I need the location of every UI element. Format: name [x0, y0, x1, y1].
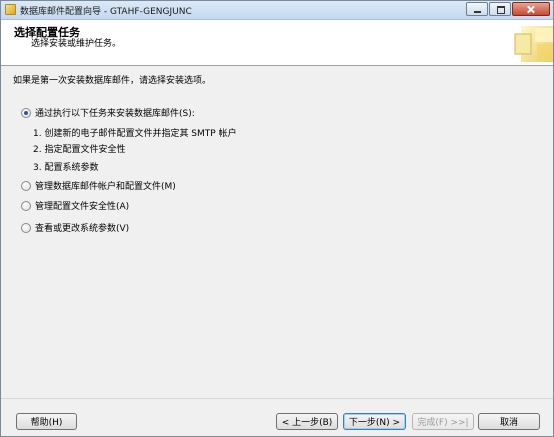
radio-profile-security[interactable]: [21, 200, 31, 211]
wizard-content: 如果是第一次安装数据库邮件，请选择安装选项。 通过执行以下任务来安装数据库邮件(…: [1, 66, 553, 394]
step-3: 3. 配置系统参数: [33, 163, 99, 173]
window-title: 数据库邮件配置向导 - GTAHF-GENGJUNC: [20, 7, 192, 17]
radio-system-parameters[interactable]: [21, 222, 31, 233]
radio-manage-accounts[interactable]: [21, 180, 31, 191]
option-manage-accounts-label: 管理数据库邮件帐户和配置文件(M): [35, 182, 176, 192]
maximize-button[interactable]: [489, 2, 511, 16]
minimize-button[interactable]: [466, 2, 488, 16]
radio-install[interactable]: [21, 107, 31, 118]
option-manage-accounts[interactable]: 管理数据库邮件帐户和配置文件(M): [21, 179, 176, 192]
option-profile-security[interactable]: 管理配置文件安全性(A): [21, 199, 129, 212]
option-system-parameters-label: 查看或更改系统参数(V): [35, 224, 130, 234]
caption-buttons: [465, 2, 550, 17]
wizard-window: 数据库邮件配置向导 - GTAHF-GENGJUNC 选择配置任务 选择安装或维…: [0, 0, 554, 437]
database-mail-graphic-icon: [514, 26, 553, 62]
next-button[interactable]: 下一步(N) >: [343, 413, 406, 430]
cancel-button[interactable]: 取消: [478, 413, 540, 430]
app-icon: [5, 4, 16, 15]
page-subtitle: 选择安装或维护任务。: [31, 39, 122, 49]
footer-divider: [1, 398, 553, 399]
finish-button[interactable]: 完成(F) >>|: [412, 413, 474, 430]
step-2: 2. 指定配置文件安全性: [33, 145, 126, 155]
step-1: 1. 创建新的电子邮件配置文件并指定其 SMTP 帐户: [33, 129, 237, 139]
wizard-header: 选择配置任务 选择安装或维护任务。: [1, 20, 553, 66]
close-button[interactable]: [512, 2, 550, 16]
help-button[interactable]: 帮助(H): [16, 413, 77, 430]
option-install-label: 通过执行以下任务来安装数据库邮件(S):: [35, 109, 195, 119]
intro-text: 如果是第一次安装数据库邮件，请选择安装选项。: [13, 76, 212, 86]
option-install[interactable]: 通过执行以下任务来安装数据库邮件(S):: [21, 106, 195, 119]
option-profile-security-label: 管理配置文件安全性(A): [35, 202, 130, 212]
title-bar[interactable]: 数据库邮件配置向导 - GTAHF-GENGJUNC: [1, 1, 553, 20]
back-button[interactable]: < 上一步(B): [276, 413, 338, 430]
option-system-parameters[interactable]: 查看或更改系统参数(V): [21, 221, 129, 234]
